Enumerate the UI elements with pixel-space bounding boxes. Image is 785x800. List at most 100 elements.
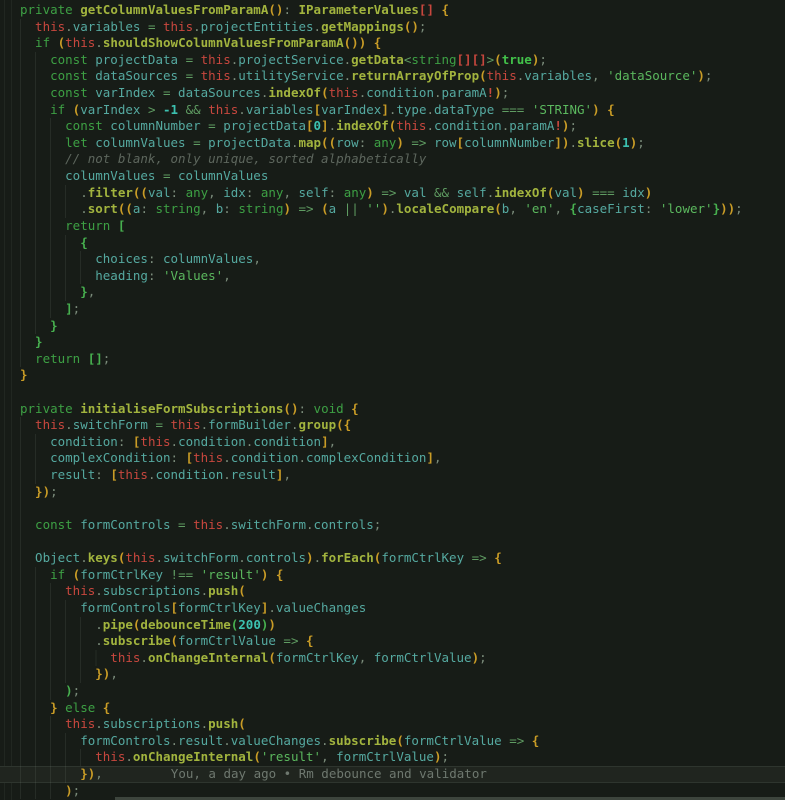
code-token: indexOf xyxy=(336,118,389,133)
code-line[interactable]: } xyxy=(20,334,785,351)
indent-guides xyxy=(20,617,95,634)
code-line[interactable]: const formControls = this.switchForm.con… xyxy=(20,517,785,534)
code-line[interactable]: Object.keys(this.switchForm.controls).fo… xyxy=(20,550,785,567)
indent-guides xyxy=(20,434,50,451)
code-line[interactable]: .sort((a: string, b: string) => (a || ''… xyxy=(20,201,785,218)
code-token: formCtrlKey xyxy=(276,650,359,665)
code-line[interactable]: // not blank, only unique, sorted alphab… xyxy=(20,151,785,168)
code-token: 'lower' xyxy=(660,201,713,216)
code-line[interactable]: complexCondition: [this.condition.comple… xyxy=(20,450,785,467)
indent-guides xyxy=(20,301,65,318)
code-line[interactable]: formControls[formCtrlKey].valueChanges xyxy=(20,600,785,617)
indent-guides xyxy=(20,334,35,351)
code-token: = xyxy=(155,85,178,100)
code-token: formCtrlValue xyxy=(404,733,502,748)
code-token: }) xyxy=(80,766,95,781)
code-token: . xyxy=(95,633,103,648)
code-line[interactable]: { xyxy=(20,235,785,252)
code-token: { xyxy=(494,550,502,565)
code-token: === xyxy=(494,102,532,117)
code-area[interactable]: private getColumnValuesFromParamA(): IPa… xyxy=(0,0,785,800)
code-token: . xyxy=(80,201,88,216)
code-line[interactable]: } xyxy=(20,367,785,384)
code-line[interactable]: const varIndex = dataSources.indexOf(thi… xyxy=(20,85,785,102)
code-line[interactable]: this.onChangeInternal('result', formCtrl… xyxy=(20,749,785,766)
code-line[interactable]: ]; xyxy=(20,301,785,318)
code-line[interactable]: this.subscriptions.push( xyxy=(20,583,785,600)
code-token: paramA xyxy=(509,118,554,133)
code-line[interactable]: }); xyxy=(20,484,785,501)
code-token: } xyxy=(20,367,28,382)
code-line[interactable]: let columnValues = projectData.map((row:… xyxy=(20,135,785,152)
code-line[interactable]: if (formCtrlKey !== 'result') { xyxy=(20,567,785,584)
code-token: } xyxy=(80,284,88,299)
indent-guides xyxy=(20,450,50,467)
code-line[interactable]: .pipe(debounceTime(200)) xyxy=(20,617,785,634)
code-token: ! xyxy=(554,118,562,133)
code-token: [] xyxy=(88,351,103,366)
code-line[interactable]: private getColumnValuesFromParamA(): IPa… xyxy=(20,2,785,19)
code-token: const xyxy=(65,118,110,133)
code-token: condition xyxy=(366,85,434,100)
code-line[interactable]: .filter((val: any, idx: any, self: any) … xyxy=(20,185,785,202)
code-token: [ xyxy=(314,102,322,117)
indent-guides xyxy=(20,550,35,567)
code-line[interactable]: this.switchForm = this.formBuilder.group… xyxy=(20,417,785,434)
code-line[interactable] xyxy=(20,534,785,551)
code-line[interactable]: condition: [this.condition.condition], xyxy=(20,434,785,451)
code-line[interactable]: } else { xyxy=(20,700,785,717)
code-line[interactable]: this.variables = this.projectEntities.ge… xyxy=(20,19,785,36)
code-token: ; xyxy=(569,118,577,133)
indent-guides xyxy=(20,716,65,733)
code-token: . xyxy=(223,467,231,482)
code-line[interactable]: choices: columnValues, xyxy=(20,251,785,268)
code-line[interactable]: if (this.shouldShowColumnValuesFromParam… xyxy=(20,35,785,52)
indent-guides xyxy=(20,583,65,600)
code-token: : xyxy=(283,2,298,17)
code-line[interactable] xyxy=(20,500,785,517)
code-token: this xyxy=(35,19,65,34)
code-editor[interactable]: private getColumnValuesFromParamA(): IPa… xyxy=(0,0,785,800)
indent-guides xyxy=(20,600,80,617)
git-blame-annotation[interactable]: You, a day ago • Rm debounce and validat… xyxy=(171,766,487,781)
code-line[interactable]: ); xyxy=(20,683,785,700)
code-token: any xyxy=(261,185,284,200)
code-line[interactable] xyxy=(20,384,785,401)
code-token: projectService xyxy=(238,52,343,67)
code-line[interactable]: private initialiseFormSubscriptions(): v… xyxy=(20,401,785,418)
code-line[interactable]: this.subscriptions.push( xyxy=(20,716,785,733)
code-line[interactable]: columnValues = columnValues xyxy=(20,168,785,185)
code-token: variables xyxy=(73,19,141,34)
code-line[interactable]: return [ xyxy=(20,218,785,235)
code-line[interactable]: this.onChangeInternal(formCtrlKey, formC… xyxy=(20,650,785,667)
code-line[interactable]: const dataSources = this.utilityService.… xyxy=(20,68,785,85)
code-line[interactable]: heading: 'Values', xyxy=(20,268,785,285)
code-line[interactable]: } xyxy=(20,318,785,335)
code-token: ( xyxy=(494,201,502,216)
indent-guides xyxy=(20,268,95,285)
code-token: ; xyxy=(73,683,81,698)
code-line[interactable]: if (varIndex > -1 && this.variables[varI… xyxy=(20,102,785,119)
code-line[interactable]: result: [this.condition.result], xyxy=(20,467,785,484)
code-line-current[interactable]: }),You, a day ago • Rm debounce and vali… xyxy=(0,766,785,783)
code-token: varIndex xyxy=(321,102,381,117)
code-token: dataType xyxy=(434,102,494,117)
indent-guides xyxy=(20,52,50,69)
code-token: , xyxy=(329,434,337,449)
code-token: , xyxy=(509,201,524,216)
code-line[interactable]: }), xyxy=(20,666,785,683)
code-line[interactable]: const columnNumber = projectData[0].inde… xyxy=(20,118,785,135)
code-token: ) xyxy=(381,201,389,216)
code-token: ( xyxy=(396,733,404,748)
code-token: ( xyxy=(268,650,276,665)
code-token: } xyxy=(713,201,721,216)
code-token: ) xyxy=(645,185,653,200)
code-line[interactable]: const projectData = this.projectService.… xyxy=(20,52,785,69)
code-token: sort xyxy=(88,201,118,216)
code-line[interactable]: formControls.result.valueChanges.subscri… xyxy=(20,733,785,750)
code-line[interactable]: return []; xyxy=(20,351,785,368)
code-line[interactable]: .subscribe(formCtrlValue => { xyxy=(20,633,785,650)
code-token: paramA xyxy=(442,85,487,100)
code-line[interactable]: }, xyxy=(20,284,785,301)
code-token: [ xyxy=(186,450,194,465)
